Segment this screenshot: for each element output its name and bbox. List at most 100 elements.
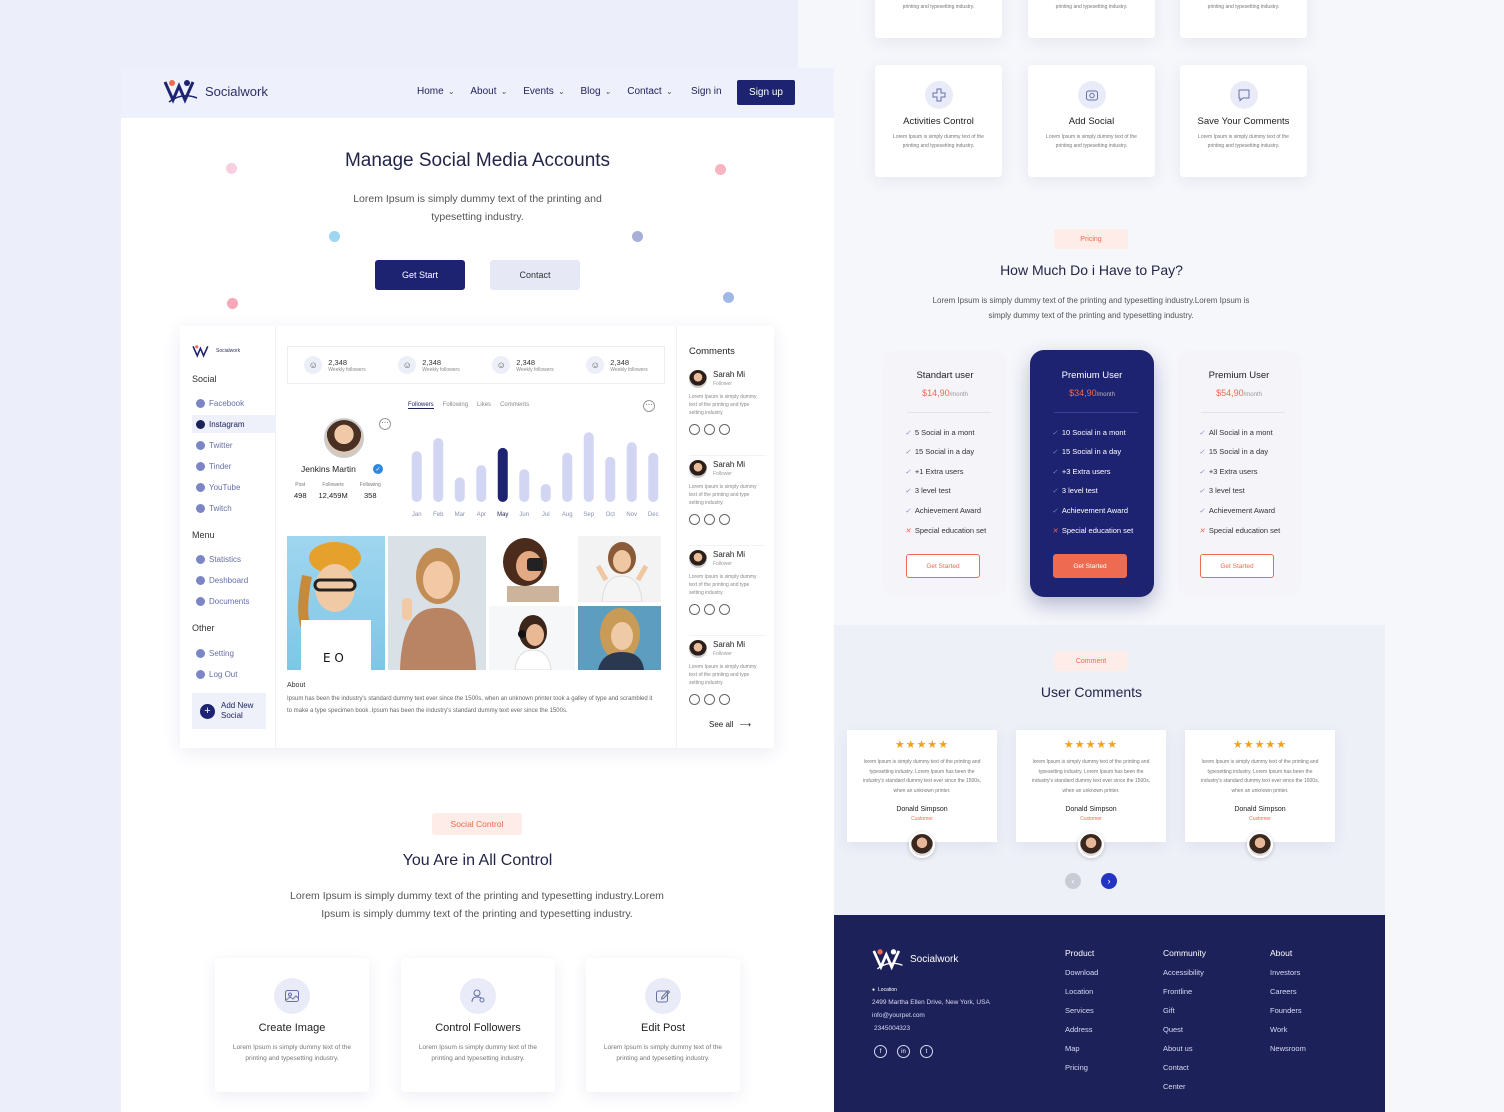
get-started-button[interactable]: Get Started	[1200, 554, 1274, 578]
stat-label: Weekly followers	[610, 366, 648, 373]
footer-link[interactable]: Newsroom	[1270, 1044, 1306, 1063]
sidebar-item-statistics[interactable]: Statistics	[196, 550, 264, 568]
plan-feature: ✕ Special education set	[905, 526, 987, 535]
footer-link[interactable]: Location	[1065, 987, 1098, 1006]
like-icon[interactable]	[689, 424, 700, 435]
sidebar-item-twitch[interactable]: Twitch	[196, 499, 264, 517]
get-started-button[interactable]: Get Started	[1053, 554, 1127, 578]
reply-icon[interactable]	[704, 514, 715, 525]
nav-item-contact[interactable]: Contact ⌄	[627, 86, 672, 97]
nav-item-blog[interactable]: Blog ⌄	[581, 86, 612, 97]
gallery-photo[interactable]	[388, 536, 486, 670]
sidebar-item-dashboard[interactable]: Deshboard	[196, 571, 264, 589]
comment-author: Sarah Mi	[713, 640, 746, 649]
like-icon[interactable]	[689, 694, 700, 705]
footer-logo[interactable]: Socialwork	[872, 947, 958, 971]
sidebar-item-facebook[interactable]: Facebook	[196, 394, 264, 412]
check-icon: ✓	[905, 487, 911, 495]
tab-followers[interactable]: Followers	[408, 402, 434, 409]
more-icon[interactable]: ⋯	[379, 418, 391, 430]
chat-icon	[1229, 81, 1258, 109]
footer-link[interactable]: Frontline	[1163, 987, 1206, 1006]
footer-link[interactable]: About us	[1163, 1044, 1206, 1063]
gallery-photo[interactable]	[578, 606, 661, 670]
footer-link[interactable]: Accessibility	[1163, 968, 1206, 987]
nav-item-about[interactable]: About ⌄	[470, 86, 507, 97]
footer-link[interactable]: Quest	[1163, 1025, 1206, 1044]
chart-more-icon[interactable]: ⋯	[643, 400, 655, 412]
reply-icon[interactable]	[704, 694, 715, 705]
footer-link[interactable]: Center	[1163, 1082, 1206, 1101]
feature-card-activities-control[interactable]: Activities Control Lorem Ipsum is simply…	[875, 65, 1002, 177]
feature-card-create-image[interactable]: Create Image Lorem Ipsum is simply dummy…	[215, 958, 369, 1092]
sidebar-item-logout[interactable]: Log Out	[196, 665, 264, 683]
landing-page-right: Lorem Ipsum is simply dummy text of the …	[834, 0, 1385, 1112]
control-subtitle: Lorem Ipsum is simply dummy text of the …	[290, 890, 664, 920]
signin-link[interactable]: Sign in	[691, 86, 722, 97]
delete-icon[interactable]	[719, 514, 730, 525]
sidebar-item-twitter[interactable]: Twitter	[196, 436, 264, 454]
gallery-photo[interactable]	[578, 536, 661, 602]
footer-link[interactable]: Founders	[1270, 1006, 1306, 1025]
sidebar-item-youtube[interactable]: YouTube	[196, 478, 264, 496]
gallery-photo[interactable]	[489, 536, 575, 602]
footer-link[interactable]: Pricing	[1065, 1063, 1098, 1082]
sidebar-item-instagram[interactable]: Instagram	[192, 415, 276, 433]
chart-bar-nov	[626, 442, 637, 502]
nav-item-home[interactable]: Home ⌄	[417, 86, 454, 97]
feature-card-edit-post[interactable]: Edit Post Lorem Ipsum is simply dummy te…	[586, 958, 740, 1092]
check-icon: ✓	[1052, 487, 1058, 495]
feature-card-control-followers[interactable]: Control Followers Lorem Ipsum is simply …	[401, 958, 555, 1092]
comments-title: Comments	[689, 346, 735, 357]
delete-icon[interactable]	[719, 424, 730, 435]
facebook-icon[interactable]: f	[874, 1045, 887, 1058]
feature-card-add-social[interactable]: Add Social Lorem Ipsum is simply dummy t…	[1028, 65, 1155, 177]
sidebar-item-setting[interactable]: Setting	[196, 644, 264, 662]
feature-card-save-comments[interactable]: Save Your Comments Lorem Ipsum is simply…	[1180, 65, 1307, 177]
brand-logo[interactable]: Socialwork	[163, 78, 268, 104]
carousel-next-button[interactable]: ›	[1101, 873, 1117, 889]
sidebar-item-documents[interactable]: Documents	[196, 592, 264, 610]
footer-link[interactable]: Careers	[1270, 987, 1306, 1006]
like-icon[interactable]	[689, 604, 700, 615]
reply-icon[interactable]	[704, 424, 715, 435]
footer-link[interactable]: Gift	[1163, 1006, 1206, 1025]
delete-icon[interactable]	[719, 604, 730, 615]
gallery-photo[interactable]	[489, 606, 575, 670]
chart-tick-label: Feb	[433, 512, 444, 518]
add-new-social-button[interactable]: + Add New Social	[192, 693, 266, 729]
twitter-icon[interactable]: t	[920, 1045, 933, 1058]
plan-feature: ✓ 15 Social in a day	[905, 447, 975, 456]
chart-bar-aug	[562, 452, 573, 502]
like-icon[interactable]	[689, 514, 700, 525]
footer-link[interactable]: Download	[1065, 968, 1098, 987]
footer-link[interactable]: Investors	[1270, 968, 1306, 987]
tab-following[interactable]: Following	[443, 402, 468, 409]
footer-email[interactable]: info@yourpet.com	[872, 1012, 925, 1019]
chart-bar-jan	[411, 451, 422, 502]
gallery-photo[interactable]: E O	[287, 536, 385, 670]
following-count: 358	[364, 491, 377, 500]
sidebar-item-tinder[interactable]: Tinder	[196, 457, 264, 475]
carousel-prev-button[interactable]: ‹	[1065, 873, 1081, 889]
footer-link[interactable]: Address	[1065, 1025, 1098, 1044]
plan-price-value: $34,90	[1069, 388, 1097, 398]
followers-count: 12,459M	[318, 491, 348, 500]
get-start-button[interactable]: Get Start	[375, 260, 465, 290]
tab-likes[interactable]: Likes	[477, 402, 491, 409]
footer-link[interactable]: Work	[1270, 1025, 1306, 1044]
see-all-link[interactable]: See all ⟶	[709, 720, 751, 729]
post-count: 498	[294, 491, 307, 500]
facebook-icon	[196, 398, 205, 408]
reply-icon[interactable]	[704, 604, 715, 615]
footer-link[interactable]: Map	[1065, 1044, 1098, 1063]
tab-comments[interactable]: Comments	[500, 402, 529, 409]
linkedin-icon[interactable]: in	[897, 1045, 910, 1058]
signup-button[interactable]: Sign up	[737, 80, 795, 105]
get-started-button[interactable]: Get Started	[906, 554, 980, 578]
footer-link[interactable]: Contact	[1163, 1063, 1206, 1082]
nav-item-events[interactable]: Events ⌄	[523, 86, 564, 97]
footer-link[interactable]: Services	[1065, 1006, 1098, 1025]
delete-icon[interactable]	[719, 694, 730, 705]
contact-button[interactable]: Contact	[490, 260, 580, 290]
